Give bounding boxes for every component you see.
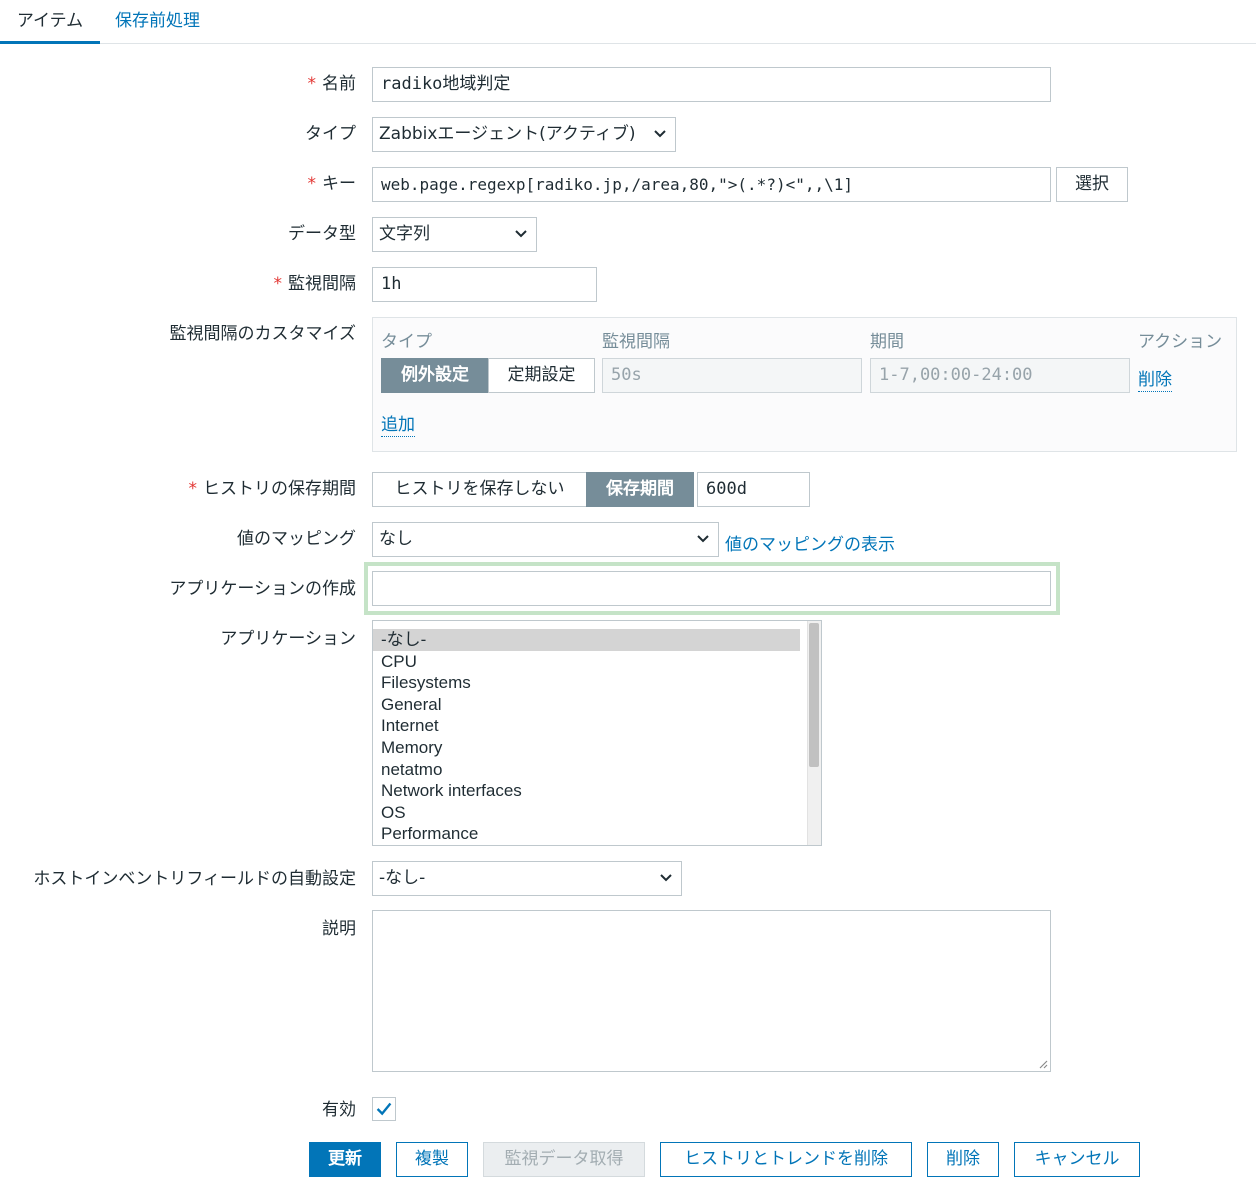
chevron-down-icon bbox=[660, 874, 672, 882]
custom-period-input[interactable]: 1-7,00:00-24:00 bbox=[870, 358, 1130, 393]
clone-button[interactable]: 複製 bbox=[396, 1142, 468, 1177]
list-item[interactable]: Internet bbox=[373, 715, 800, 737]
applications-listbox[interactable]: -なし- CPU Filesystems General Internet Me… bbox=[372, 620, 822, 846]
custom-interval-input[interactable]: 50s bbox=[602, 358, 862, 393]
required-asterisk: * bbox=[307, 174, 317, 194]
interval-type-scheduling[interactable]: 定期設定 bbox=[488, 358, 595, 393]
tab-preprocessing[interactable]: 保存前処理 bbox=[115, 0, 200, 44]
list-item[interactable]: General bbox=[373, 694, 800, 716]
custom-intervals-label: 監視間隔のカスタマイズ bbox=[169, 324, 357, 344]
new-application-label: アプリケーションの作成 bbox=[169, 579, 356, 599]
value-map-label: 値のマッピング bbox=[237, 529, 356, 549]
data-type-label: データ型 bbox=[288, 224, 356, 244]
required-asterisk: * bbox=[188, 479, 198, 499]
chevron-down-icon bbox=[654, 130, 666, 138]
name-label: * 名前 bbox=[307, 74, 357, 94]
show-value-mappings-link[interactable]: 値のマッピングの表示 bbox=[725, 530, 895, 555]
type-select[interactable]: Zabbixエージェント(アクティブ) bbox=[372, 117, 676, 152]
listbox-scrollbar[interactable] bbox=[807, 621, 821, 845]
name-input[interactable]: radiko地域判定 bbox=[372, 67, 1051, 102]
list-item[interactable]: Filesystems bbox=[373, 672, 800, 694]
list-item[interactable]: Memory bbox=[373, 737, 800, 759]
clear-history-button[interactable]: ヒストリとトレンドを削除 bbox=[660, 1142, 912, 1177]
chevron-down-icon bbox=[515, 230, 527, 238]
type-select-value: Zabbixエージェント(アクティブ) bbox=[379, 124, 636, 144]
value-map-select-value: なし bbox=[379, 529, 413, 549]
description-label: 説明 bbox=[322, 919, 356, 939]
data-type-select-value: 文字列 bbox=[379, 224, 430, 244]
key-input[interactable]: web.page.regexp[radiko.jp,/area,80,">(.*… bbox=[372, 167, 1051, 202]
scrollbar-thumb[interactable] bbox=[809, 623, 819, 767]
enabled-label: 有効 bbox=[322, 1100, 356, 1120]
history-keep-option[interactable]: 保存期間 bbox=[586, 472, 694, 507]
resize-grip-icon[interactable] bbox=[1036, 1057, 1048, 1069]
list-item[interactable]: netatmo bbox=[373, 759, 800, 781]
inventory-label: ホストインベントリフィールドの自動設定 bbox=[33, 869, 356, 889]
custom-intervals-header-interval: 監視間隔 bbox=[602, 332, 670, 352]
data-type-select[interactable]: 文字列 bbox=[372, 217, 537, 252]
chevron-down-icon bbox=[697, 535, 709, 543]
list-item[interactable]: CPU bbox=[373, 651, 800, 673]
tab-item[interactable]: アイテム bbox=[0, 0, 100, 44]
required-asterisk: * bbox=[273, 274, 283, 294]
value-map-select[interactable]: なし bbox=[372, 522, 719, 557]
history-no-keep-option[interactable]: ヒストリを保存しない bbox=[372, 472, 587, 507]
list-item[interactable]: Network interfaces bbox=[373, 780, 800, 802]
checkmark-icon bbox=[376, 1102, 392, 1116]
custom-intervals-header-period: 期間 bbox=[870, 332, 904, 352]
inventory-select-value: -なし- bbox=[379, 868, 426, 888]
required-asterisk: * bbox=[307, 74, 317, 94]
interval-type-flexible[interactable]: 例外設定 bbox=[381, 358, 489, 393]
key-label: * キー bbox=[307, 174, 357, 194]
history-period-input[interactable]: 600d bbox=[697, 472, 810, 507]
interval-input[interactable]: 1h bbox=[372, 267, 597, 302]
new-application-input[interactable] bbox=[372, 571, 1051, 606]
custom-interval-remove-link[interactable]: 削除 bbox=[1138, 365, 1172, 392]
applications-label: アプリケーション bbox=[220, 629, 356, 649]
history-label: * ヒストリの保存期間 bbox=[188, 479, 357, 499]
list-item[interactable]: -なし- bbox=[373, 629, 800, 651]
enabled-checkbox[interactable] bbox=[372, 1097, 396, 1121]
update-button[interactable]: 更新 bbox=[309, 1142, 381, 1177]
custom-interval-add-link[interactable]: 追加 bbox=[381, 410, 415, 437]
key-select-button[interactable]: 選択 bbox=[1056, 167, 1128, 202]
tab-bar: アイテム 保存前処理 bbox=[0, 0, 1256, 44]
delete-button[interactable]: 削除 bbox=[927, 1142, 999, 1177]
list-item[interactable]: OS bbox=[373, 802, 800, 824]
check-now-button[interactable]: 監視データ取得 bbox=[483, 1142, 645, 1177]
cancel-button[interactable]: キャンセル bbox=[1014, 1142, 1140, 1177]
list-item[interactable]: Performance bbox=[373, 823, 800, 845]
inventory-select[interactable]: -なし- bbox=[372, 861, 682, 896]
interval-label: * 監視間隔 bbox=[273, 274, 357, 294]
custom-intervals-header-action: アクション bbox=[1138, 332, 1223, 352]
description-textarea[interactable] bbox=[372, 910, 1051, 1072]
custom-intervals-header-type: タイプ bbox=[381, 332, 432, 352]
type-label: タイプ bbox=[305, 124, 356, 144]
